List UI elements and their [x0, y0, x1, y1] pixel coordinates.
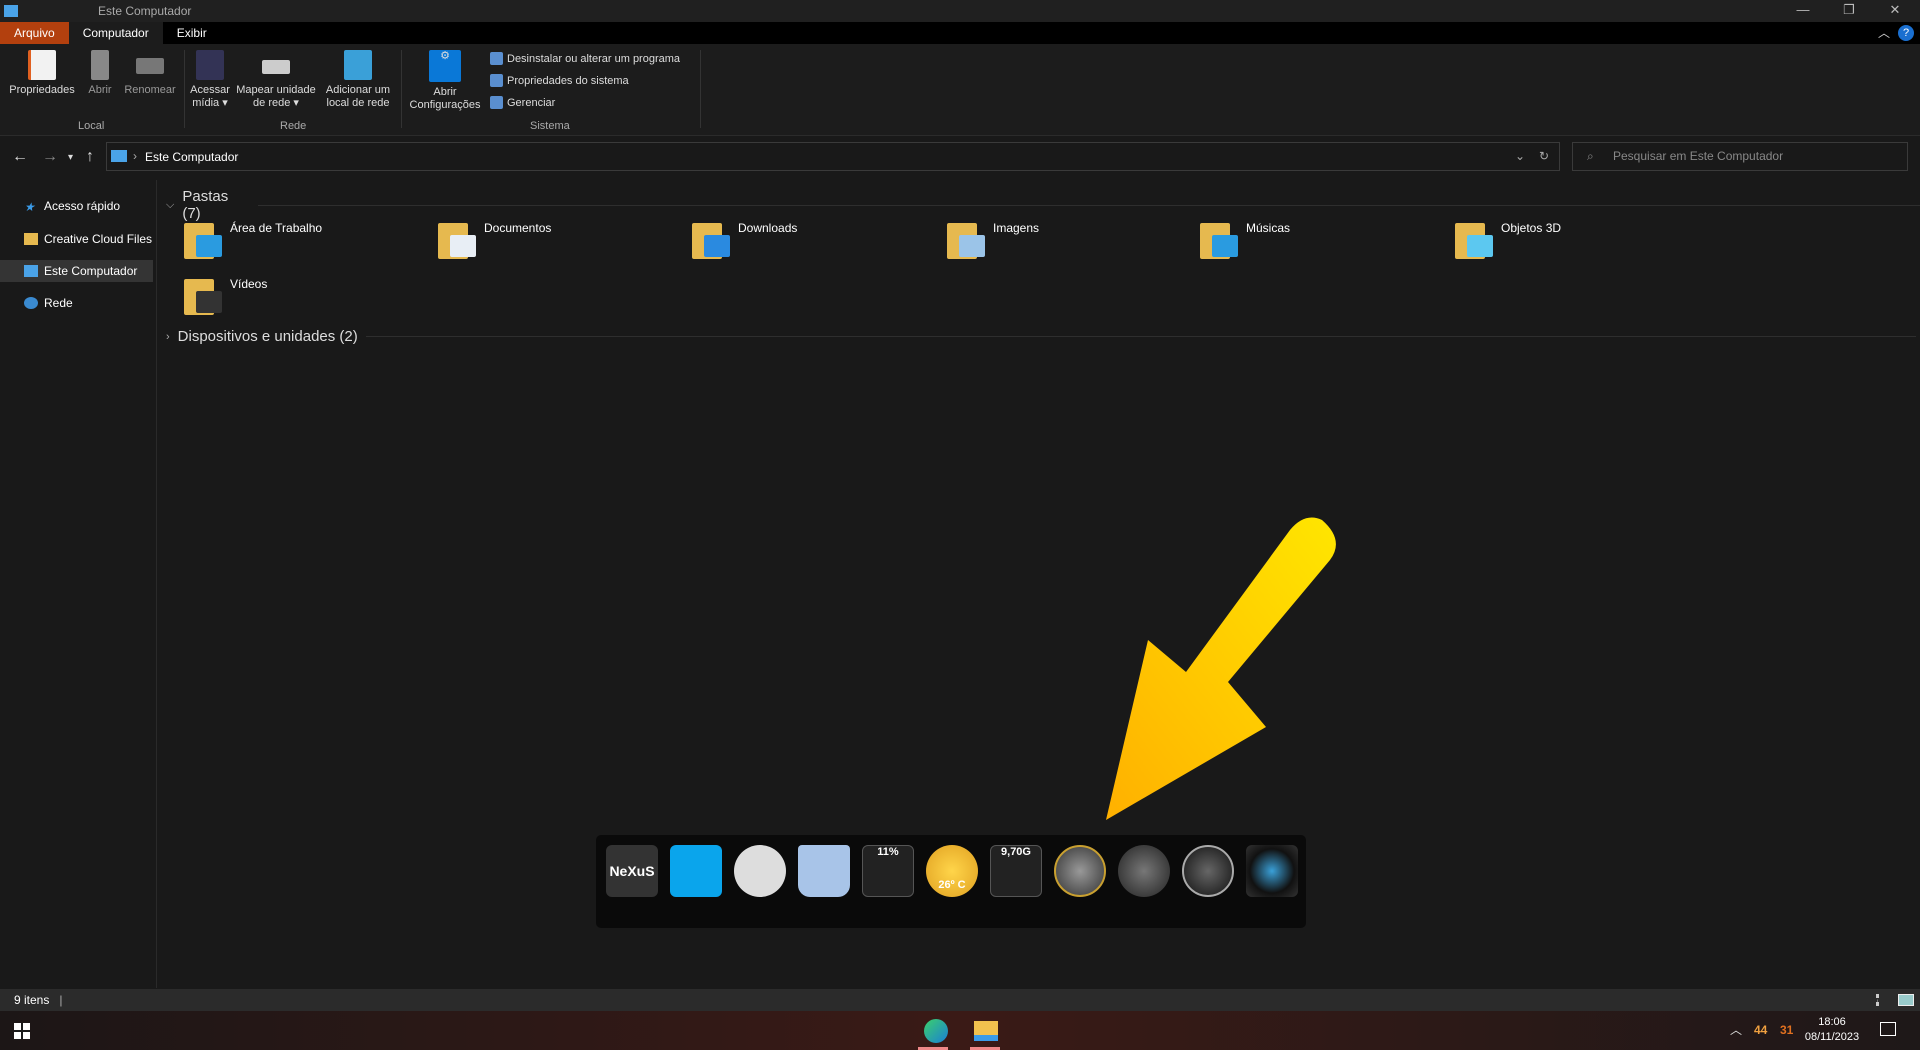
- clock[interactable]: 18:06 08/11/2023: [1796, 1015, 1868, 1045]
- status-bar: 9 itens |: [0, 989, 1920, 1011]
- time: 18:06: [1818, 1016, 1846, 1028]
- show-hidden-icons[interactable]: ︿: [1730, 1021, 1742, 1038]
- start-button[interactable]: [14, 1023, 30, 1039]
- annotation-arrow: [1106, 517, 1336, 820]
- large-icons-view-icon[interactable]: [1898, 994, 1914, 1006]
- details-view-icon[interactable]: [1876, 994, 1890, 1006]
- taskbar: ︿ 44 31 18:06 08/11/2023: [0, 1011, 1920, 1050]
- edge-taskbar-icon[interactable]: [924, 1019, 948, 1043]
- date: 08/11/2023: [1804, 1031, 1860, 1043]
- arrow-shape: [1106, 517, 1336, 820]
- file-explorer-taskbar-icon[interactable]: [974, 1021, 998, 1041]
- tray-indicator-2[interactable]: 31: [1780, 1023, 1793, 1037]
- item-count: 9 itens: [14, 993, 50, 1007]
- tray-indicator-1[interactable]: 44: [1754, 1023, 1767, 1037]
- notifications-icon[interactable]: [1880, 1022, 1896, 1036]
